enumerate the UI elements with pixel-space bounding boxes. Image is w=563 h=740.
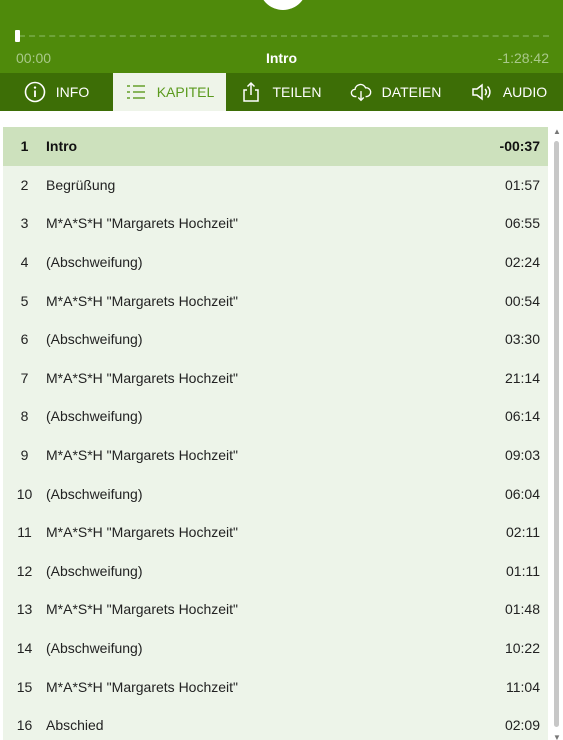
progress-handle[interactable] [15,30,20,42]
chapter-title: (Abschweifung) [46,254,143,271]
player-header: 00:00 Intro -1:28:42 [0,0,563,73]
speaker-icon [472,83,491,101]
chapter-title: (Abschweifung) [46,640,143,657]
chapter-row[interactable]: 4 (Abschweifung) 02:24 [3,243,548,282]
info-icon [24,81,46,103]
tab-kapitel-label: KAPITEL [156,84,215,100]
chapter-duration: 03:30 [504,331,540,348]
chapter-duration: 06:55 [504,215,540,232]
chapter-duration: 01:11 [506,562,540,579]
chapter-number: 6 [20,331,29,348]
tab-dateien[interactable]: DATEIEN [336,73,455,111]
chapter-number: 5 [20,292,29,309]
chapter-title: Intro [46,138,78,155]
chapter-number: 10 [16,485,33,502]
chapter-duration: 10:22 [504,640,540,657]
chapter-title: M*A*S*H "Margarets Hochzeit" [46,447,239,464]
remaining-time: -1:28:42 [497,50,549,66]
scrollbar[interactable]: ▲ ▼ [549,127,563,740]
chapter-title: (Abschweifung) [46,562,143,579]
chapter-duration: 09:03 [504,447,540,464]
chapter-title: M*A*S*H "Margarets Hochzeit" [46,601,239,618]
chapter-row[interactable]: 8 (Abschweifung) 06:14 [3,397,548,436]
chapter-duration: 06:14 [504,408,540,425]
tab-audio[interactable]: AUDIO [455,73,563,111]
tab-teilen-label: TEILEN [272,84,322,100]
chapter-duration: -00:37 [499,138,540,155]
chapter-duration: 01:48 [504,601,540,618]
scroll-thumb[interactable] [554,141,559,727]
chapter-title: (Abschweifung) [46,485,143,502]
tab-audio-label: AUDIO [502,84,548,100]
chapter-row[interactable]: 7 M*A*S*H "Margarets Hochzeit" 21:14 [3,359,548,398]
tab-dateien-label: DATEIEN [381,84,442,100]
chapter-list: 1 Intro -00:37 2 Begrüßung 01:57 3 M*A*S*H "M… [3,127,548,740]
chapter-number: 7 [20,369,29,386]
chapter-duration: 01:57 [504,176,540,193]
chapter-number: 2 [20,176,29,193]
play-button[interactable] [259,0,307,10]
chapter-row[interactable]: 13 M*A*S*H "Margarets Hochzeit" 01:48 [3,590,548,629]
chapter-title: M*A*S*H "Margarets Hochzeit" [46,369,239,386]
chapter-row[interactable]: 6 (Abschweifung) 03:30 [3,320,548,359]
chapter-title: Begrüßung [46,176,116,193]
chapter-title: M*A*S*H "Margarets Hochzeit" [46,292,239,309]
chapter-duration: 21:14 [504,369,540,386]
chapter-title: M*A*S*H "Margarets Hochzeit" [46,524,239,541]
chapter-duration: 00:54 [504,292,540,309]
progress-track[interactable] [19,35,549,37]
tab-info[interactable]: INFO [0,73,113,111]
chapter-title: M*A*S*H "Margarets Hochzeit" [46,215,239,232]
chapter-title: Abschied [46,717,104,734]
chapter-number: 12 [16,562,33,579]
chapter-row[interactable]: 1 Intro -00:37 [3,127,548,166]
scroll-up-arrow-icon[interactable]: ▲ [553,127,561,136]
chapter-number: 1 [20,138,29,155]
chapter-duration: 02:09 [504,717,540,734]
chapter-duration: 06:04 [504,485,540,502]
chapter-duration: 02:11 [506,524,540,541]
chapter-row[interactable]: 14 (Abschweifung) 10:22 [3,629,548,668]
current-chapter-title: Intro [265,50,298,66]
chapter-number: 8 [20,408,29,425]
list-icon [126,85,145,99]
chapter-number: 16 [16,717,33,734]
chapter-row[interactable]: 2 Begrüßung 01:57 [3,166,548,205]
chapter-row[interactable]: 3 M*A*S*H "Margarets Hochzeit" 06:55 [3,204,548,243]
chapter-number: 11 [17,524,32,541]
share-icon [243,81,260,102]
chapter-row[interactable]: 11 M*A*S*H "Margarets Hochzeit" 02:11 [3,513,548,552]
chapter-title: (Abschweifung) [46,331,143,348]
tab-bar: INFO KAPITEL TEILEN DATEIEN AUDIO [0,73,563,111]
tab-teilen[interactable]: TEILEN [226,73,336,111]
chapter-title: M*A*S*H "Margarets Hochzeit" [46,678,239,695]
chapter-number: 13 [16,601,33,618]
tab-kapitel[interactable]: KAPITEL [113,73,226,111]
chapter-number: 15 [16,678,33,695]
chapter-number: 9 [20,447,29,464]
chapter-title: (Abschweifung) [46,408,143,425]
chapter-list-area: 1 Intro -00:37 2 Begrüßung 01:57 3 M*A*S*H "M… [0,111,563,740]
chapter-row[interactable]: 16 Abschied 02:09 [3,706,548,740]
tab-info-label: INFO [55,84,90,100]
chapter-row[interactable]: 12 (Abschweifung) 01:11 [3,552,548,591]
chapter-row[interactable]: 5 M*A*S*H "Margarets Hochzeit" 00:54 [3,281,548,320]
chapter-duration: 02:24 [504,254,540,271]
scroll-down-arrow-icon[interactable]: ▼ [553,733,561,740]
chapter-row[interactable]: 10 (Abschweifung) 06:04 [3,474,548,513]
chapter-duration: 11:04 [506,678,540,695]
chapter-row[interactable]: 9 M*A*S*H "Margarets Hochzeit" 09:03 [3,436,548,475]
chapter-row[interactable]: 15 M*A*S*H "Margarets Hochzeit" 11:04 [3,667,548,706]
chapter-number: 3 [20,215,29,232]
cloud-download-icon [350,83,371,102]
chapter-number: 4 [20,254,29,271]
chapter-number: 14 [16,640,33,657]
